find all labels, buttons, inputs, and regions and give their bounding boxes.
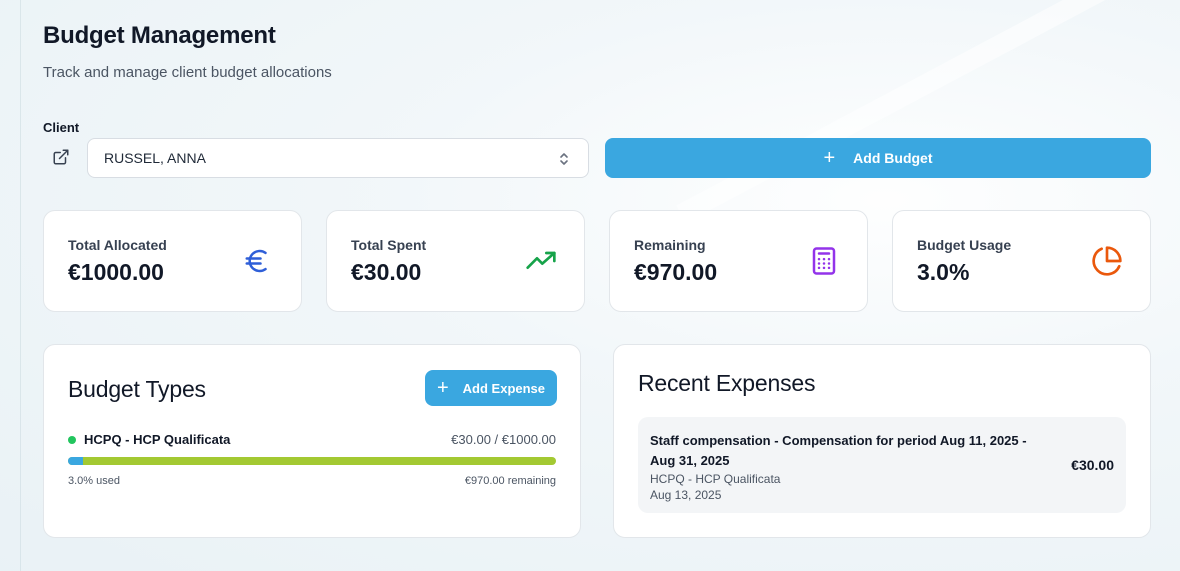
page-header: Budget Management Track and manage clien… xyxy=(43,0,1151,81)
budget-progress-fill xyxy=(68,457,83,465)
trending-up-icon xyxy=(524,244,558,278)
client-select[interactable]: RUSSEL, ANNA xyxy=(87,138,589,178)
status-dot xyxy=(68,435,76,444)
stat-card-budget-usage: Budget Usage 3.0% xyxy=(892,210,1151,312)
chevron-up-down-icon xyxy=(558,151,570,167)
budget-types-panel: Budget Types + Add Expense HCPQ - HCP Qu… xyxy=(43,344,581,538)
add-expense-label: Add Expense xyxy=(462,380,546,396)
client-label: Client xyxy=(43,120,80,135)
add-budget-button[interactable]: + Add Budget xyxy=(605,138,1151,178)
client-select-value: RUSSEL, ANNA xyxy=(104,150,206,166)
plus-icon: + xyxy=(823,147,836,169)
budget-type-name: HCPQ - HCP Qualificata xyxy=(84,432,231,447)
expense-description: Staff compensation - Compensation for pe… xyxy=(650,433,1027,468)
stat-card-total-spent: Total Spent €30.00 xyxy=(326,210,585,312)
recent-expenses-panel: Recent Expenses Staff compensation - Com… xyxy=(613,344,1151,538)
recent-expenses-title: Recent Expenses xyxy=(638,370,816,396)
expense-budget-type: HCPQ - HCP Qualificata xyxy=(650,472,781,486)
stat-card-remaining: Remaining €970.00 xyxy=(609,210,868,312)
page-title: Budget Management xyxy=(43,22,276,49)
budget-type-name-group: HCPQ - HCP Qualificata xyxy=(68,432,230,447)
add-budget-label: Add Budget xyxy=(853,150,933,166)
pie-chart-icon xyxy=(1090,244,1124,278)
expense-amount: €30.00 xyxy=(1071,457,1114,473)
budget-progress-bar xyxy=(68,457,556,465)
stat-card-total-allocated: Total Allocated €1000.00 xyxy=(43,210,302,312)
plus-icon: + xyxy=(436,377,449,399)
calculator-icon xyxy=(807,244,841,278)
page-subtitle: Track and manage client budget allocatio… xyxy=(43,64,332,81)
budget-used-label: 3.0% used xyxy=(68,475,120,487)
expense-date: Aug 13, 2025 xyxy=(650,488,722,502)
budget-remaining-label: €970.00 remaining xyxy=(464,475,556,487)
budget-type-row: HCPQ - HCP Qualificata €30.00 / €1000.00 xyxy=(68,432,556,447)
budget-types-title: Budget Types xyxy=(68,376,206,402)
euro-icon xyxy=(241,244,275,278)
budget-type-amount: €30.00 / €1000.00 xyxy=(451,432,556,447)
external-link-icon[interactable] xyxy=(52,148,70,166)
budget-page: Budget Management Track and manage clien… xyxy=(0,0,1180,81)
expense-item[interactable]: Staff compensation - Compensation for pe… xyxy=(638,417,1126,513)
budget-type-footer: 3.0% used €970.00 remaining xyxy=(68,475,556,487)
add-expense-button[interactable]: + Add Expense xyxy=(425,370,557,406)
